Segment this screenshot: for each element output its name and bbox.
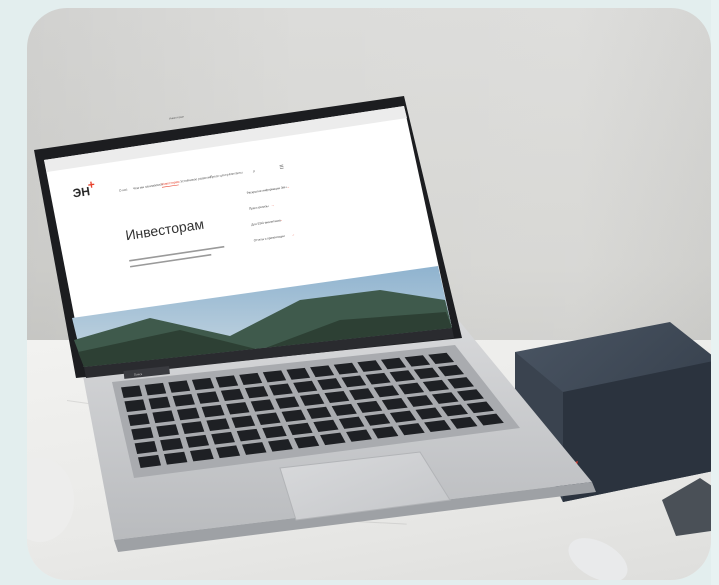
scene-svg: ЭН + О нас Чем мы занимаемся Инвесторам … — [27, 96, 711, 580]
smartphone — [662, 478, 711, 536]
browser-tab-title[interactable]: Инвесторам — [169, 114, 184, 120]
computer-mouse — [568, 538, 628, 580]
key — [144, 382, 167, 396]
page-edge — [711, 0, 719, 585]
arrow-icon: → — [271, 203, 275, 207]
key — [148, 396, 171, 410]
key — [124, 399, 146, 413]
key — [152, 410, 175, 424]
key — [191, 377, 215, 391]
arrow-icon: → — [286, 185, 290, 189]
laptop — [34, 96, 596, 552]
key — [196, 391, 220, 404]
key — [168, 380, 191, 393]
key — [121, 385, 143, 399]
key — [127, 413, 150, 426]
key — [201, 404, 225, 418]
key — [172, 394, 195, 407]
cup — [27, 458, 74, 542]
key — [176, 407, 200, 421]
arrow-icon: → — [291, 232, 295, 236]
arrow-icon: → — [279, 218, 283, 222]
